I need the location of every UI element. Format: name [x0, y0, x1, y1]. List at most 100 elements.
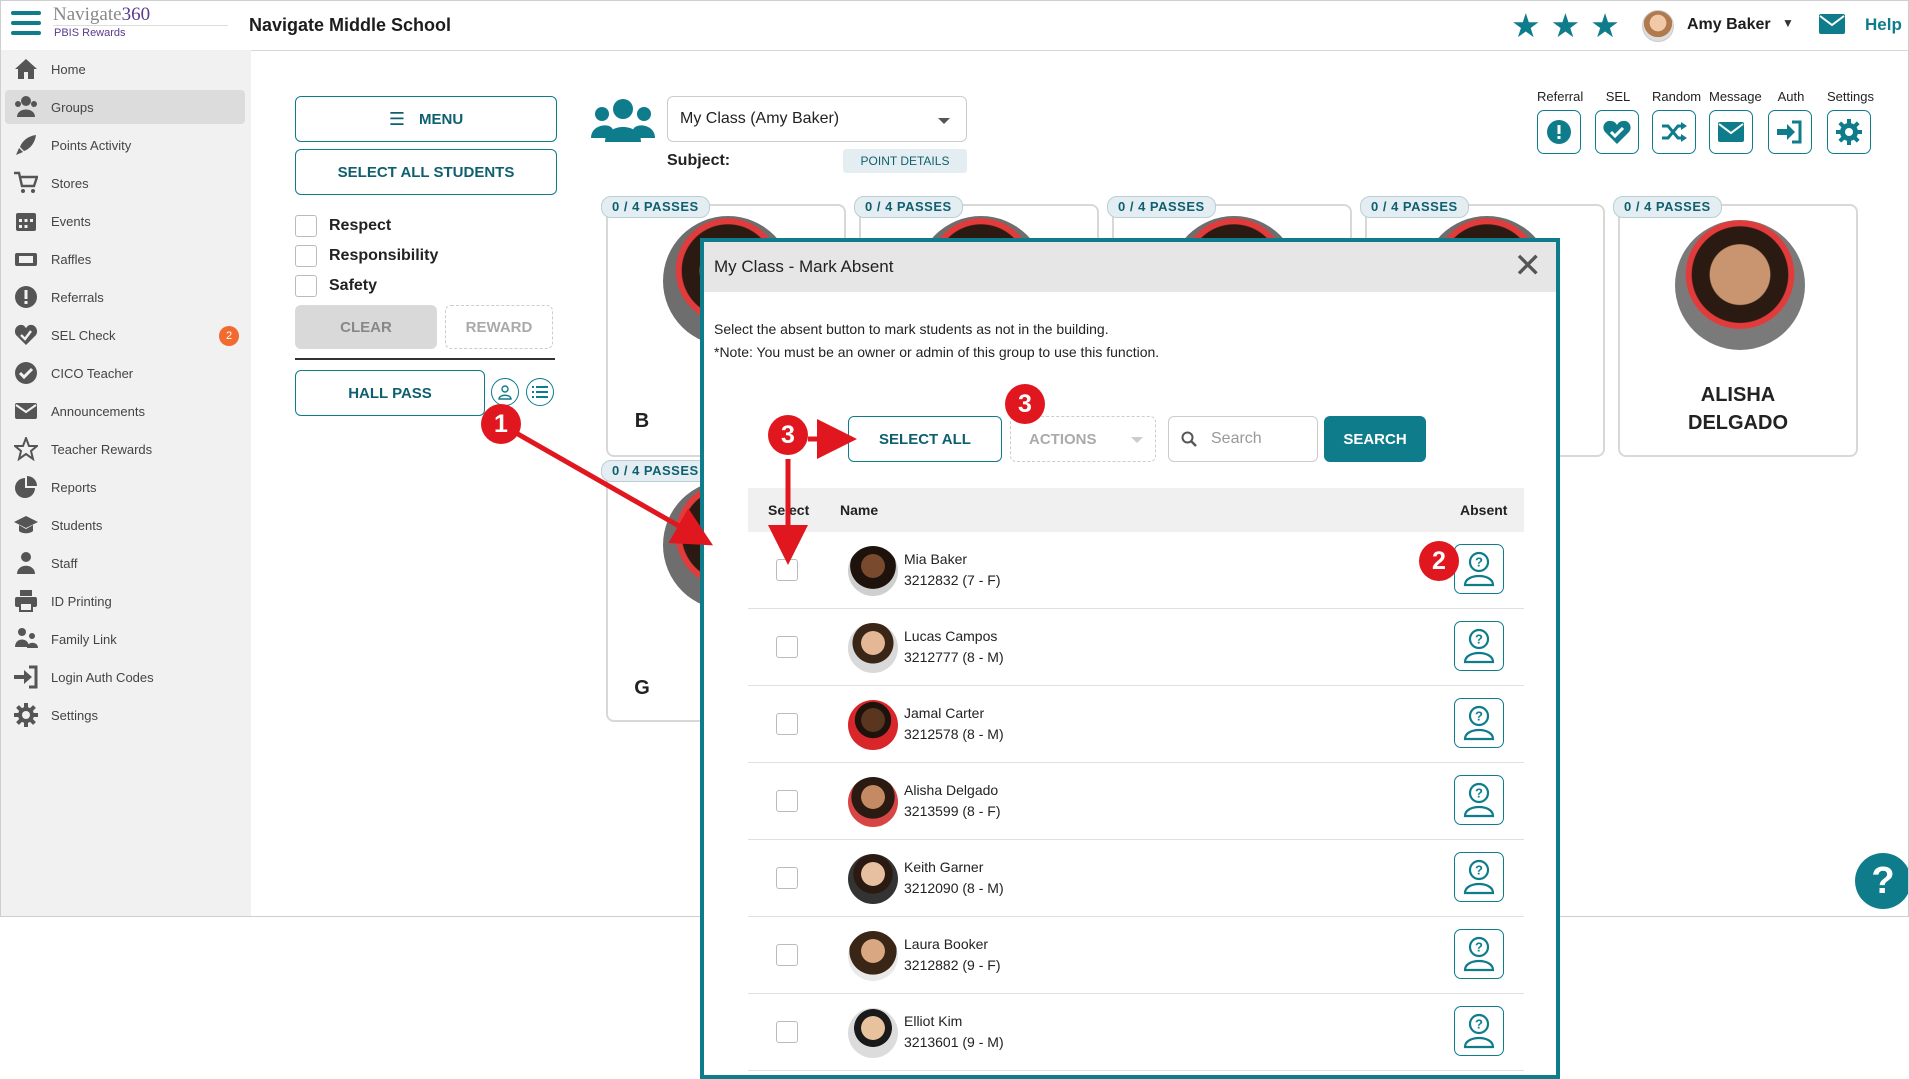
help-button[interactable]: ?: [1855, 853, 1908, 909]
heart-check-icon[interactable]: [1595, 110, 1639, 154]
student-id: 3212832 (7 - F): [904, 572, 1001, 588]
student-card-alisha-delgado[interactable]: ALISHA DELGADO: [1618, 204, 1858, 457]
sidebar-item-sel-check[interactable]: SEL Check 2: [5, 318, 245, 352]
hamburger-menu-icon[interactable]: [11, 11, 41, 37]
user-avatar[interactable]: [1642, 10, 1674, 42]
sidebar-item-stores[interactable]: Stores: [5, 166, 245, 200]
list-icon: ☰: [388, 108, 405, 129]
group-select[interactable]: My Class (Amy Baker): [667, 96, 967, 142]
sidebar-item-referrals[interactable]: Referrals: [5, 280, 245, 314]
student-photo: [848, 777, 898, 827]
family-icon: [11, 627, 41, 651]
checkbox[interactable]: [295, 275, 317, 297]
sidebar-item-login-auth-codes[interactable]: Login Auth Codes: [5, 660, 245, 694]
ticket-icon: [11, 247, 41, 271]
row-select-checkbox[interactable]: [776, 790, 798, 812]
sidebar-item-announcements[interactable]: Announcements: [5, 394, 245, 428]
sidebar-item-reports[interactable]: Reports: [5, 470, 245, 504]
student-name: Alisha Delgado: [904, 782, 999, 798]
star-icon[interactable]: ★: [1511, 9, 1541, 42]
envelope-icon[interactable]: [1819, 14, 1845, 34]
student-name: Lucas Campos: [904, 628, 998, 644]
check-circle-icon: [11, 361, 41, 385]
star-icon[interactable]: ★: [1551, 9, 1581, 42]
reward-button[interactable]: REWARD: [445, 305, 553, 349]
alert-icon[interactable]: [1537, 110, 1581, 154]
caret-down-icon: [1131, 437, 1143, 443]
sidebar-item-students[interactable]: Students: [5, 508, 245, 542]
gear-icon[interactable]: [1827, 110, 1871, 154]
sidebar-item-groups[interactable]: Groups: [5, 90, 245, 124]
student-name: Elliot Kim: [904, 1013, 963, 1029]
sidebar-item-events[interactable]: Events: [5, 204, 245, 238]
modal-title: My Class - Mark Absent: [714, 257, 894, 276]
hall-pass-button[interactable]: HALL PASS: [295, 370, 485, 416]
mark-absent-button[interactable]: ?: [1454, 775, 1504, 825]
sidebar-item-cico-teacher[interactable]: CICO Teacher: [5, 356, 245, 390]
auth-tool[interactable]: Auth: [1768, 89, 1814, 154]
mark-absent-button[interactable]: ?: [1454, 621, 1504, 671]
menu-button[interactable]: ☰ MENU: [295, 96, 557, 142]
referral-tool[interactable]: Referral: [1537, 89, 1583, 154]
mark-absent-button[interactable]: ?: [1454, 852, 1504, 902]
search-input[interactable]: Search: [1168, 416, 1318, 462]
sidebar-item-family-link[interactable]: Family Link: [5, 622, 245, 656]
row-select-checkbox[interactable]: [776, 1021, 798, 1043]
person-toggle-icon[interactable]: [491, 378, 519, 406]
behavior-safety[interactable]: Safety: [295, 275, 377, 297]
actions-dropdown[interactable]: ACTIONS: [1010, 416, 1156, 462]
random-tool[interactable]: Random: [1652, 89, 1701, 154]
sidebar-item-id-printing[interactable]: ID Printing: [5, 584, 245, 618]
pass-badge: 0 / 4 PASSES: [601, 196, 710, 218]
sel-tool[interactable]: SEL: [1595, 89, 1641, 154]
star-rating[interactable]: ★ ★ ★: [1511, 9, 1620, 42]
row-select-checkbox[interactable]: [776, 867, 798, 889]
mark-absent-button[interactable]: ?: [1454, 1006, 1504, 1056]
checkbox[interactable]: [295, 245, 317, 267]
pie-chart-icon: [11, 475, 41, 499]
shuffle-icon[interactable]: [1652, 110, 1696, 154]
sidebar-item-settings[interactable]: Settings: [5, 698, 245, 732]
heart-check-icon: [11, 323, 41, 347]
person-question-icon: ?: [1463, 1013, 1495, 1049]
star-icon[interactable]: ★: [1590, 9, 1620, 42]
message-tool[interactable]: Message: [1709, 89, 1762, 154]
envelope-icon: [11, 399, 41, 423]
behavior-responsibility[interactable]: Responsibility: [295, 245, 438, 267]
select-all-button[interactable]: SELECT ALL: [848, 416, 1002, 462]
row-select-checkbox[interactable]: [776, 559, 798, 581]
mark-absent-button[interactable]: ?: [1454, 544, 1504, 594]
clear-button[interactable]: CLEAR: [295, 305, 437, 349]
row-select-checkbox[interactable]: [776, 636, 798, 658]
student-id: 3213601 (9 - M): [904, 1034, 1004, 1050]
row-select-checkbox[interactable]: [776, 944, 798, 966]
sidebar-item-raffles[interactable]: Raffles: [5, 242, 245, 276]
rocket-icon: [11, 133, 41, 157]
modal-header: My Class - Mark Absent ✕: [704, 242, 1556, 292]
sidebar-item-staff[interactable]: Staff: [5, 546, 245, 580]
sidebar-item-teacher-rewards[interactable]: Teacher Rewards: [5, 432, 245, 466]
top-bar: Navigate360 PBIS Rewards Navigate Middle…: [1, 1, 1908, 51]
sign-in-icon[interactable]: [1768, 110, 1812, 154]
student-photo: [848, 700, 898, 750]
close-icon[interactable]: ✕: [1514, 248, 1543, 284]
caret-down-icon[interactable]: ▼: [1782, 16, 1794, 30]
mark-absent-button[interactable]: ?: [1454, 929, 1504, 979]
sidebar: Home Groups Points Activity Stores Events Raf…: [1, 50, 251, 916]
user-menu-name[interactable]: Amy Baker: [1687, 16, 1771, 34]
select-all-students-button[interactable]: SELECT ALL STUDENTS: [295, 149, 557, 195]
row-select-checkbox[interactable]: [776, 713, 798, 735]
settings-tool[interactable]: Settings: [1827, 89, 1874, 154]
cart-icon: [11, 171, 41, 195]
envelope-icon[interactable]: [1709, 110, 1753, 154]
list-view-icon[interactable]: [526, 378, 554, 406]
sidebar-item-home[interactable]: Home: [5, 52, 245, 86]
search-button[interactable]: SEARCH: [1324, 416, 1426, 462]
sidebar-item-points-activity[interactable]: Points Activity: [5, 128, 245, 162]
svg-text:?: ?: [1475, 786, 1483, 801]
mark-absent-button[interactable]: ?: [1454, 698, 1504, 748]
behavior-respect[interactable]: Respect: [295, 215, 391, 237]
help-link[interactable]: Help: [1865, 15, 1902, 35]
point-details-button[interactable]: POINT DETAILS: [843, 149, 967, 173]
checkbox[interactable]: [295, 215, 317, 237]
